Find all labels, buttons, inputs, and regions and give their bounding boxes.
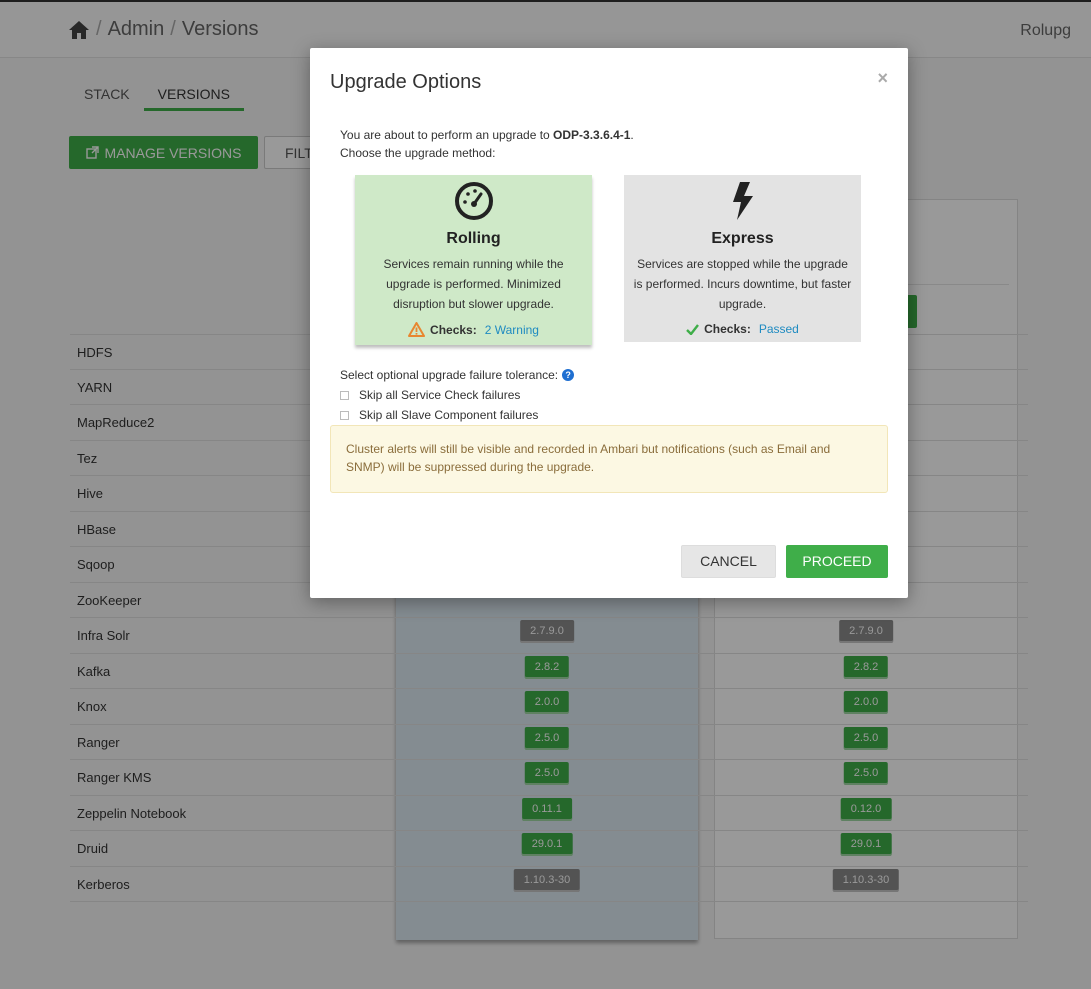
rolling-checks-label: Checks: (430, 322, 477, 337)
modal-intro: You are about to perform an upgrade to O… (340, 126, 634, 162)
close-icon[interactable]: × (877, 68, 888, 89)
skip-slave-checkbox[interactable] (340, 410, 349, 420)
rolling-description: Services remain running while the upgrad… (383, 257, 564, 311)
express-title: Express (711, 230, 774, 247)
rolling-checks-warning-link[interactable]: 2 Warning (485, 323, 539, 337)
skip-slave-label: Skip all Slave Component failures (359, 408, 539, 422)
intro-prefix: You are about to perform an upgrade to (340, 128, 554, 142)
help-icon[interactable]: ? (562, 369, 575, 381)
skip-service-check-checkbox[interactable] (340, 390, 349, 400)
tolerance-label: Select optional upgrade failure toleranc… (340, 368, 575, 382)
express-checks-label: Checks: (704, 322, 751, 336)
lightning-icon (732, 182, 753, 220)
skip-slave-row[interactable]: Skip all Slave Component failures (340, 408, 538, 422)
express-description: Services are stopped while the upgrade i… (633, 257, 852, 311)
express-checks-passed-link[interactable]: Passed (759, 322, 799, 336)
tolerance-text: Select optional upgrade failure toleranc… (340, 368, 559, 382)
upgrade-options-modal: Upgrade Options × You are about to perfo… (310, 48, 908, 598)
intro-line2: Choose the upgrade method: (340, 146, 496, 160)
intro-suffix: . (630, 128, 634, 142)
express-checks: Checks: Passed (624, 322, 861, 336)
rolling-title: Rolling (446, 230, 501, 247)
checkmark-icon (686, 323, 700, 335)
target-version: ODP-3.3.6.4-1 (553, 128, 631, 142)
rolling-option[interactable]: Rolling Services remain running while th… (355, 175, 592, 345)
skip-service-check-row[interactable]: Skip all Service Check failures (340, 388, 520, 402)
skip-service-check-label: Skip all Service Check failures (359, 388, 521, 402)
speedometer-icon (454, 182, 493, 220)
proceed-button[interactable]: PROCEED (786, 545, 888, 578)
modal-title: Upgrade Options (330, 71, 482, 93)
warning-icon (408, 322, 426, 337)
express-option[interactable]: Express Services are stopped while the u… (624, 175, 861, 342)
cancel-button[interactable]: CANCEL (681, 545, 776, 578)
rolling-checks: Checks: 2 Warning (355, 322, 592, 337)
suppression-alert: Cluster alerts will still be visible and… (330, 425, 888, 493)
